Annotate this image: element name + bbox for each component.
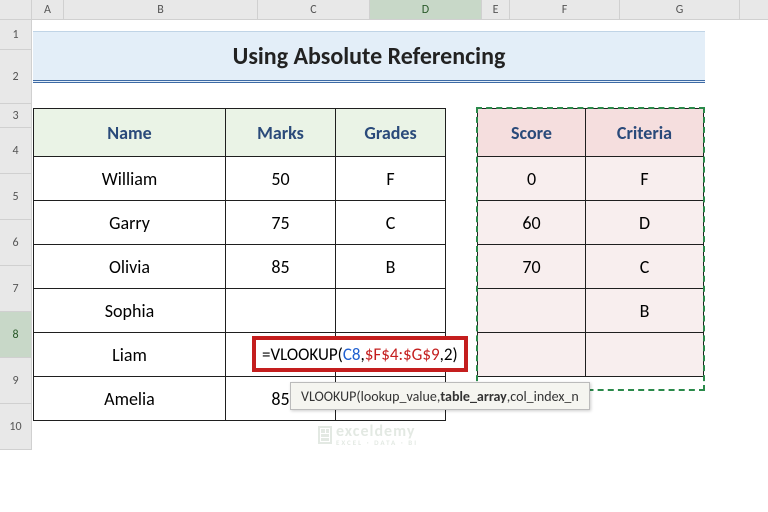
criteria-table: Score Criteria 0 F 60 D 70 C B <box>477 108 704 377</box>
cell-marks[interactable]: 85 <box>226 245 336 289</box>
row-header-9[interactable]: 9 <box>0 358 31 404</box>
formula-arg1: C8 <box>343 344 361 365</box>
table-row: Sophia <box>34 289 446 333</box>
cell-name[interactable]: William <box>34 157 226 201</box>
row-header-3[interactable]: 3 <box>0 104 31 128</box>
cell-criteria[interactable]: C <box>586 245 704 289</box>
cell-name[interactable]: Amelia <box>34 377 226 421</box>
cell-score[interactable] <box>478 289 586 333</box>
cell-score[interactable]: 60 <box>478 201 586 245</box>
row-header-col: 1 2 3 4 5 6 7 8 9 10 <box>0 20 32 450</box>
formula-prefix: =VLOOKUP( <box>262 344 343 365</box>
row-header-5[interactable]: 5 <box>0 174 31 220</box>
brand-logo-icon <box>318 426 332 444</box>
cell-grade[interactable] <box>336 289 446 333</box>
col-header-G[interactable]: G <box>620 0 740 19</box>
cell-name[interactable]: Olivia <box>34 245 226 289</box>
header-marks[interactable]: Marks <box>226 109 336 157</box>
table-row: Olivia 85 B <box>34 245 446 289</box>
col-header-A[interactable]: A <box>32 0 64 19</box>
cell-score[interactable]: 0 <box>478 157 586 201</box>
row-header-8[interactable]: 8 <box>0 312 31 358</box>
table-row: 0 F <box>478 157 704 201</box>
cell-name[interactable]: Liam <box>34 333 226 377</box>
cell-marks[interactable]: 50 <box>226 157 336 201</box>
table-row <box>478 333 704 377</box>
formula-suffix: ) <box>452 344 457 365</box>
header-criteria[interactable]: Criteria <box>586 109 704 157</box>
header-grades[interactable]: Grades <box>336 109 446 157</box>
formula-arg3: 2 <box>444 344 453 365</box>
column-header-row: A B C D E F G <box>0 0 768 20</box>
watermark: exceldemy EXCEL · DATA · BI <box>318 422 418 447</box>
formula-tooltip: VLOOKUP( lookup_value , table_array , co… <box>290 382 590 410</box>
formula-arg2: $F$4:$G$9 <box>365 344 440 365</box>
row-header-4[interactable]: 4 <box>0 128 31 174</box>
table-row: Garry 75 C <box>34 201 446 245</box>
table-row: 70 C <box>478 245 704 289</box>
tooltip-arg3: col_index_n <box>510 388 578 405</box>
tooltip-arg1: lookup_value <box>361 388 437 405</box>
cell-name[interactable]: Garry <box>34 201 226 245</box>
tooltip-arg2: table_array <box>440 388 506 405</box>
row-header-7[interactable]: 7 <box>0 266 31 312</box>
cell-score[interactable]: 70 <box>478 245 586 289</box>
select-all-corner[interactable] <box>0 0 32 19</box>
cell-grade[interactable]: F <box>336 157 446 201</box>
cell-criteria[interactable]: F <box>586 157 704 201</box>
header-name[interactable]: Name <box>34 109 226 157</box>
cell-marks[interactable] <box>226 289 336 333</box>
row-header-10[interactable]: 10 <box>0 404 31 450</box>
table-row: Name Marks Grades <box>34 109 446 157</box>
cell-grade[interactable]: C <box>336 201 446 245</box>
row-header-2[interactable]: 2 <box>0 50 31 104</box>
tooltip-fn: VLOOKUP( <box>301 388 361 405</box>
table-row: B <box>478 289 704 333</box>
students-table: Name Marks Grades William 50 F Garry 75 … <box>33 108 446 421</box>
row-header-1[interactable]: 1 <box>0 20 31 50</box>
page-title: Using Absolute Referencing <box>33 31 705 83</box>
col-header-B[interactable]: B <box>64 0 258 19</box>
cell-criteria[interactable]: D <box>586 201 704 245</box>
cell-marks[interactable]: 75 <box>226 201 336 245</box>
table-row: Score Criteria <box>478 109 704 157</box>
cell-score[interactable] <box>478 333 586 377</box>
col-header-E[interactable]: E <box>482 0 510 19</box>
row-header-6[interactable]: 6 <box>0 220 31 266</box>
table-row: 60 D <box>478 201 704 245</box>
col-header-D[interactable]: D <box>370 0 482 19</box>
cell-grade[interactable]: B <box>336 245 446 289</box>
cell-name[interactable]: Sophia <box>34 289 226 333</box>
cell-criteria[interactable]: B <box>586 289 704 333</box>
col-header-C[interactable]: C <box>258 0 370 19</box>
header-score[interactable]: Score <box>478 109 586 157</box>
watermark-sub: EXCEL · DATA · BI <box>336 438 418 447</box>
col-header-F[interactable]: F <box>510 0 620 19</box>
cell-criteria[interactable] <box>586 333 704 377</box>
formula-input[interactable]: =VLOOKUP( C8 , $F$4:$G$9 , 2 ) <box>252 336 468 372</box>
table-row: William 50 F <box>34 157 446 201</box>
